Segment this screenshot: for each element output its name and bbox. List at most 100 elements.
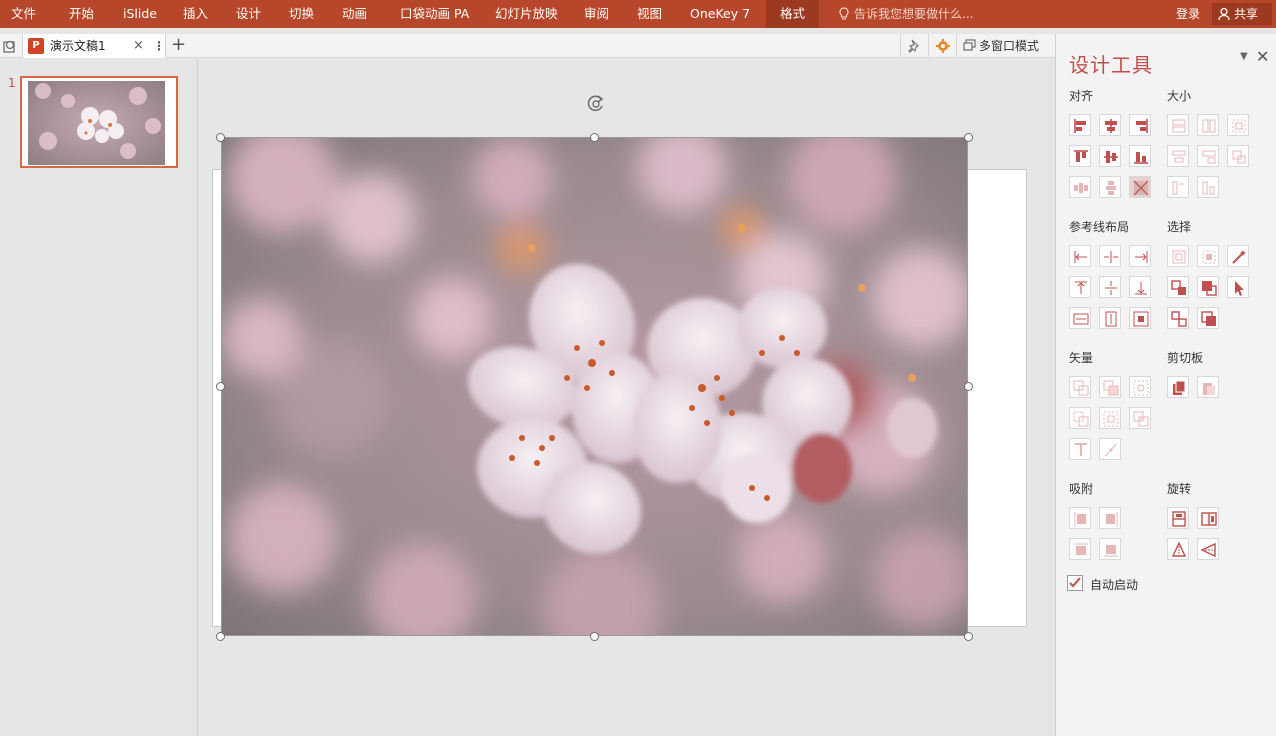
section-vector: 矢量 [1069,351,1094,365]
snap-top-icon[interactable] [1069,538,1091,560]
tab-animations[interactable]: 动画 [342,0,367,28]
same-size-icon[interactable] [1227,114,1249,136]
vector-subtract-icon[interactable] [1099,407,1121,429]
distribute-vertical-icon[interactable] [1099,176,1121,198]
stretch-right-icon[interactable] [1197,176,1219,198]
cursor-icon[interactable] [1227,276,1249,298]
tab-more-button[interactable]: ⋮ [153,34,165,58]
resize-handle-top-left[interactable] [216,133,225,142]
tab-insert[interactable]: 插入 [183,0,208,28]
person-icon [1218,7,1230,21]
rotate-vertical-icon[interactable] [1167,507,1189,529]
align-grid-icon[interactable] [1129,176,1151,198]
lightbulb-icon [839,7,849,20]
windows-icon [963,39,976,51]
vector-intersect-icon[interactable] [1069,407,1091,429]
select-overlap-icon[interactable] [1167,276,1189,298]
align-left-icon[interactable] [1069,114,1091,136]
guide-left-icon[interactable] [1069,245,1091,267]
vector-exclude-icon[interactable] [1129,407,1151,429]
powerpoint-icon: P [28,38,44,54]
select-front-icon[interactable] [1197,276,1219,298]
tab-home[interactable]: 开始 [69,0,94,28]
gear-icon[interactable] [928,34,956,58]
guide-width-icon[interactable] [1069,307,1091,329]
guide-grid-icon[interactable] [1129,307,1151,329]
share-button[interactable]: 共享 [1212,3,1272,25]
resize-handle-top-right[interactable] [964,133,973,142]
tab-format[interactable]: 格式 [766,0,820,28]
panel-close-icon[interactable]: ✕ [1256,47,1269,66]
guide-center-v-icon[interactable] [1099,276,1121,298]
tab-onekey[interactable]: OneKey 7 [690,0,750,28]
tab-pocket-animation[interactable]: 口袋动画 PA [400,0,469,28]
design-tools-panel: 设计工具 ▼ ✕ 对齐 大小 参考线布局 选择 矢量 剪切板 吸附 旋转 自动启… [1055,34,1276,736]
multi-window-label: 多窗口模式 [979,39,1040,53]
panel-title: 设计工具 [1069,53,1153,77]
rotate-horizontal-icon[interactable] [1197,507,1219,529]
edit-points-icon[interactable] [1099,438,1121,460]
align-bottom-icon[interactable] [1129,145,1151,167]
close-tab-button[interactable]: × [133,34,144,58]
swap-size-icon[interactable] [1227,145,1249,167]
resize-handle-left[interactable] [216,382,225,391]
resize-handle-right[interactable] [964,382,973,391]
tab-file[interactable]: 文件 [11,0,36,28]
select-similar-icon[interactable] [1197,245,1219,267]
select-split-icon[interactable] [1167,307,1189,329]
align-right-icon[interactable] [1129,114,1151,136]
resize-handle-bottom[interactable] [590,632,599,641]
select-same-icon[interactable] [1167,245,1189,267]
flip-horizontal-icon[interactable] [1197,538,1219,560]
tab-slideshow[interactable]: 幻灯片放映 [495,0,558,28]
align-middle-icon[interactable] [1099,145,1121,167]
resize-handle-bottom-right[interactable] [964,632,973,641]
pin-icon[interactable] [900,34,928,58]
vector-union-icon[interactable] [1069,376,1091,398]
document-tab[interactable]: P 演示文稿1 × ⋮ [22,34,166,58]
match-height-icon[interactable] [1197,145,1219,167]
select-back-icon[interactable] [1197,307,1219,329]
paste-icon[interactable] [1197,376,1219,398]
text-to-shape-icon[interactable] [1069,438,1091,460]
stretch-left-icon[interactable] [1167,176,1189,198]
tab-islide[interactable]: iSlide [123,0,157,28]
guide-center-h-icon[interactable] [1099,245,1121,267]
add-tab-button[interactable]: + [171,34,186,56]
auto-start-checkbox[interactable] [1067,575,1083,591]
guide-height-icon[interactable] [1099,307,1121,329]
flip-vertical-icon[interactable] [1167,538,1189,560]
match-width-icon[interactable] [1167,145,1189,167]
panel-menu-chevron-icon[interactable]: ▼ [1240,51,1248,62]
magic-wand-icon[interactable] [1227,245,1249,267]
share-label: 共享 [1234,7,1259,21]
resize-handle-bottom-left[interactable] [216,632,225,641]
slide-thumbnail[interactable] [20,76,178,168]
align-center-icon[interactable] [1099,114,1121,136]
vector-fragment-icon[interactable] [1129,376,1151,398]
rotate-handle-icon[interactable] [585,93,609,118]
resize-handle-top[interactable] [590,133,599,142]
tab-view[interactable]: 视图 [637,0,662,28]
distribute-horizontal-icon[interactable] [1069,176,1091,198]
tab-design[interactable]: 设计 [236,0,261,28]
copy-icon[interactable] [1167,376,1189,398]
vector-combine-icon[interactable] [1099,376,1121,398]
same-height-icon[interactable] [1197,114,1219,136]
tab-transitions[interactable]: 切换 [289,0,314,28]
home-icon[interactable] [2,38,18,57]
snap-left-icon[interactable] [1069,507,1091,529]
guide-top-icon[interactable] [1069,276,1091,298]
snap-bottom-icon[interactable] [1099,538,1121,560]
auto-start-label: 自动启动 [1090,578,1139,592]
align-top-icon[interactable] [1069,145,1091,167]
same-width-icon[interactable] [1167,114,1189,136]
login-button[interactable]: 登录 [1176,0,1200,28]
tab-review[interactable]: 审阅 [584,0,609,28]
tell-me-search[interactable]: 告诉我您想要做什么... [838,0,973,28]
flower-photo[interactable] [221,137,968,636]
snap-right-icon[interactable] [1099,507,1121,529]
guide-right-icon[interactable] [1129,245,1151,267]
guide-bottom-icon[interactable] [1129,276,1151,298]
multi-window-mode-button[interactable]: 多窗口模式 [956,34,1039,58]
